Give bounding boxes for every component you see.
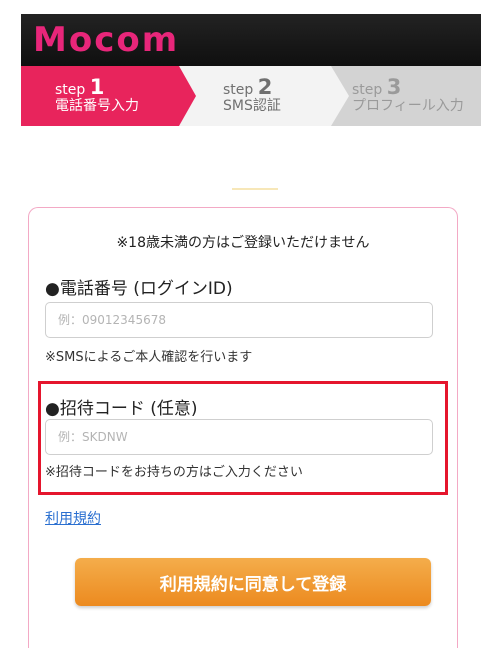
step-3-number: 3: [386, 75, 402, 99]
step-2-label: SMS認証: [223, 98, 281, 114]
step-1: step 1 電話番号入力: [21, 66, 196, 126]
registration-steps: step 1 電話番号入力 step 2 SMS認証 step 3 プロフィール…: [21, 66, 481, 126]
app-header: Mocom: [21, 14, 481, 66]
agree-and-register-button[interactable]: 利用規約に同意して登録: [75, 558, 431, 606]
registration-form: ※18歳未満の方はご登録いただけません ●電話番号 (ログインID) ※SMSに…: [28, 207, 458, 648]
mocom-logo: Mocom: [33, 20, 180, 60]
step-1-prefix: step: [55, 82, 90, 98]
invite-code-label: ●招待コード (任意): [45, 399, 198, 419]
phone-number-input[interactable]: [45, 302, 433, 338]
step-2: step 2 SMS認証: [171, 66, 349, 126]
step-2-number: 2: [257, 75, 273, 99]
step-3-prefix: step: [352, 82, 387, 98]
registration-page: Mocom step 1 電話番号入力 step 2 SMS認証 step 3 …: [0, 0, 503, 667]
loading-indicator: [232, 188, 278, 190]
age-notice: ※18歳未満の方はご登録いただけません: [116, 235, 370, 251]
step-1-label: 電話番号入力: [55, 98, 139, 114]
terms-link[interactable]: 利用規約: [45, 508, 101, 528]
invite-code-help-text: ※招待コードをお持ちの方はご入力ください: [45, 465, 303, 480]
step-2-prefix: step: [223, 82, 258, 98]
phone-help-text: ※SMSによるご本人確認を行います: [45, 350, 253, 365]
invite-code-input[interactable]: [45, 419, 433, 455]
step-3-label: プロフィール入力: [352, 98, 464, 114]
step-1-number: 1: [89, 75, 105, 99]
phone-label: ●電話番号 (ログインID): [45, 279, 233, 299]
